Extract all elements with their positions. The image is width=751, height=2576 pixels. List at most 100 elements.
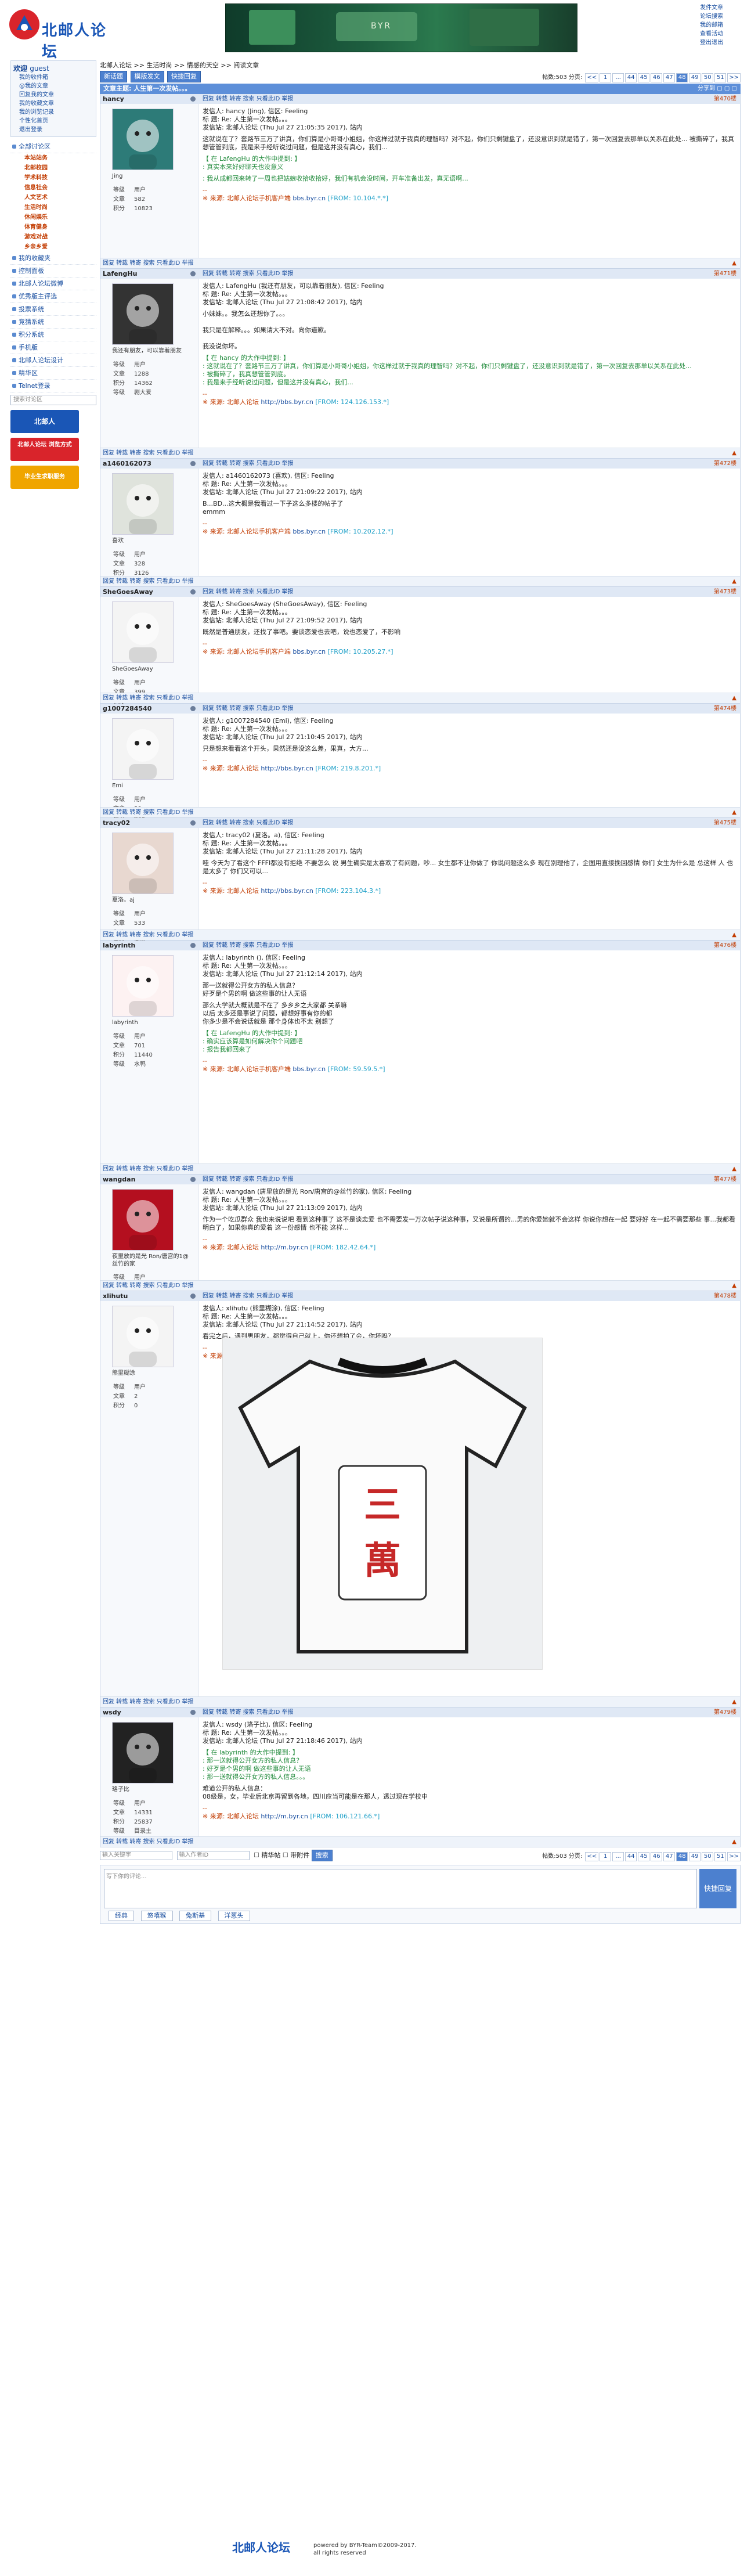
- reply-textarea[interactable]: 写下你的评论...: [104, 1869, 697, 1908]
- user-menu-item[interactable]: 我的收藏文章: [13, 99, 93, 108]
- board-category[interactable]: 信息社会: [10, 183, 96, 193]
- floor-number[interactable]: 第470楼: [714, 94, 736, 104]
- board-category[interactable]: 学术科技: [10, 173, 96, 183]
- post-footer-actions[interactable]: 回复 转载 转寄 搜索 只看此ID 举报: [103, 450, 194, 456]
- board-search-input[interactable]: 搜索讨论区: [10, 395, 96, 405]
- post-actions[interactable]: 回复 转载 转寄 搜索 只看此ID 举报: [203, 1293, 294, 1299]
- post-actions[interactable]: 回复 转载 转寄 搜索 只看此ID 举报: [203, 589, 294, 595]
- page-link[interactable]: >>: [727, 73, 741, 82]
- post-actions[interactable]: 回复 转载 转寄 搜索 只看此ID 举报: [203, 705, 294, 712]
- post-username[interactable]: LafengHu: [100, 269, 198, 279]
- avatar[interactable]: [112, 473, 174, 535]
- back-to-top-link[interactable]: ▲: [732, 258, 736, 268]
- template-post-button[interactable]: 模版发文: [130, 71, 164, 82]
- page-link[interactable]: 50: [702, 1852, 714, 1861]
- source-link[interactable]: bbs.byr.cn: [293, 528, 326, 535]
- page-link[interactable]: 45: [638, 1852, 650, 1861]
- author-search-input[interactable]: 输入作者ID: [176, 1851, 250, 1860]
- menu-item-control-panel[interactable]: 控制面板: [10, 265, 96, 278]
- post-username[interactable]: hancy: [100, 94, 198, 104]
- board-category[interactable]: 人文艺术: [10, 193, 96, 203]
- floor-number[interactable]: 第478楼: [714, 1291, 736, 1301]
- page-link[interactable]: ...: [612, 1852, 624, 1861]
- page-link[interactable]: 1: [600, 73, 612, 82]
- emoticon-tab[interactable]: 经典: [109, 1911, 134, 1921]
- top-link[interactable]: 查看活动: [700, 30, 741, 38]
- board-category[interactable]: 体育健身: [10, 222, 96, 232]
- source-link[interactable]: http://bbs.byr.cn: [261, 887, 313, 895]
- board-category[interactable]: 北邮校园: [10, 163, 96, 173]
- attachment-checkbox[interactable]: ☐ 带附件: [283, 1851, 309, 1859]
- emoticon-tab[interactable]: 悠嘻猴: [140, 1911, 173, 1921]
- footer-logo[interactable]: 北邮人论坛: [232, 2538, 290, 2555]
- menu-item-moderator-vote[interactable]: 优秀版主评选: [10, 290, 96, 303]
- page-link[interactable]: 46: [651, 1852, 663, 1861]
- avatar[interactable]: [112, 283, 174, 345]
- avatar[interactable]: [112, 109, 174, 170]
- post-footer-actions[interactable]: 回复 转载 转寄 搜索 只看此ID 举报: [103, 1699, 194, 1705]
- post-footer-actions[interactable]: 回复 转载 转寄 搜索 只看此ID 举报: [103, 1282, 194, 1289]
- share-links[interactable]: 分享到 ▢ ▢ ▢: [698, 84, 737, 94]
- post-footer-actions[interactable]: 回复 转载 转寄 搜索 只看此ID 举报: [103, 260, 194, 266]
- ad-banner[interactable]: 毕业生求职服务: [10, 466, 79, 489]
- post-actions[interactable]: 回复 转载 转寄 搜索 只看此ID 举报: [203, 460, 294, 467]
- back-to-top-link[interactable]: ▲: [732, 693, 736, 703]
- post-footer-actions[interactable]: 回复 转载 转寄 搜索 只看此ID 举报: [103, 1166, 194, 1172]
- menu-item-points[interactable]: 积分系统: [10, 329, 96, 341]
- post-username[interactable]: SheGoesAway: [100, 587, 198, 597]
- post-footer-actions[interactable]: 回复 转载 转寄 搜索 只看此ID 举报: [103, 809, 194, 816]
- post-image-tshirt[interactable]: 三萬: [222, 1338, 543, 1670]
- post-footer-actions[interactable]: 回复 转载 转寄 搜索 只看此ID 举报: [103, 695, 194, 701]
- back-to-top-link[interactable]: ▲: [732, 1164, 736, 1174]
- reply-submit-button[interactable]: 快捷回复: [699, 1869, 736, 1908]
- post-actions[interactable]: 回复 转载 转寄 搜索 只看此ID 举报: [203, 271, 294, 277]
- floor-number[interactable]: 第476楼: [714, 941, 736, 950]
- source-link[interactable]: bbs.byr.cn: [293, 648, 326, 655]
- back-to-top-link[interactable]: ▲: [732, 577, 736, 586]
- board-category[interactable]: 休闲娱乐: [10, 212, 96, 222]
- post-footer-actions[interactable]: 回复 转载 转寄 搜索 只看此ID 举报: [103, 578, 194, 585]
- menu-item-guess[interactable]: 竞猜系统: [10, 316, 96, 329]
- menu-item-digest[interactable]: 精华区: [10, 367, 96, 380]
- avatar[interactable]: [112, 833, 174, 894]
- post-username[interactable]: xlihutu: [100, 1291, 198, 1301]
- search-go-button[interactable]: 搜索: [311, 1850, 333, 1861]
- page-link[interactable]: 51: [714, 73, 727, 82]
- back-to-top-link[interactable]: ▲: [732, 808, 736, 817]
- post-footer-actions[interactable]: 回复 转载 转寄 搜索 只看此ID 举报: [103, 1839, 194, 1845]
- user-menu-item[interactable]: 我的收件箱: [13, 73, 93, 82]
- page-link[interactable]: 51: [714, 1852, 727, 1861]
- page-link[interactable]: <<: [585, 1852, 599, 1861]
- back-to-top-link[interactable]: ▲: [732, 1837, 736, 1847]
- post-username[interactable]: labyrinth: [100, 941, 198, 950]
- floor-number[interactable]: 第472楼: [714, 459, 736, 469]
- menu-item-weibo[interactable]: 北邮人论坛微博: [10, 278, 96, 290]
- source-link[interactable]: http://bbs.byr.cn: [261, 765, 313, 772]
- menu-item-mobile[interactable]: 手机版: [10, 341, 96, 354]
- menu-item-all-boards[interactable]: 全部讨论区: [10, 140, 96, 153]
- username[interactable]: guest: [30, 64, 49, 73]
- source-link[interactable]: http://m.byr.cn: [261, 1244, 308, 1251]
- floor-number[interactable]: 第475楼: [714, 818, 736, 828]
- floor-number[interactable]: 第479楼: [714, 1707, 736, 1717]
- board-category[interactable]: 游戏对战: [10, 232, 96, 242]
- user-menu-item[interactable]: @我的文章: [13, 82, 93, 91]
- post-username[interactable]: a1460162073: [100, 459, 198, 469]
- source-link[interactable]: bbs.byr.cn: [293, 194, 326, 202]
- breadcrumb[interactable]: 北邮人论坛 >> 生活时尚 >> 情感的天空 >> 阅读文章: [100, 60, 741, 71]
- back-to-top-link[interactable]: ▲: [732, 930, 736, 940]
- post-username[interactable]: tracy02: [100, 818, 198, 828]
- quick-reply-button[interactable]: 快捷回复: [167, 71, 201, 82]
- avatar[interactable]: [112, 1306, 174, 1367]
- board-category[interactable]: 生活时尚: [10, 203, 96, 212]
- user-menu-item[interactable]: 我的浏览记录: [13, 108, 93, 117]
- board-category[interactable]: 乡亲乡爱: [10, 242, 96, 252]
- page-link[interactable]: 47: [663, 73, 676, 82]
- floor-number[interactable]: 第474楼: [714, 704, 736, 714]
- user-menu-item[interactable]: 个性化首页: [13, 117, 93, 125]
- top-link[interactable]: 论坛搜索: [700, 12, 741, 21]
- avatar[interactable]: [112, 1189, 174, 1251]
- floor-number[interactable]: 第471楼: [714, 269, 736, 279]
- page-link[interactable]: 49: [689, 73, 701, 82]
- site-logo[interactable]: 北邮人论坛: [8, 8, 107, 61]
